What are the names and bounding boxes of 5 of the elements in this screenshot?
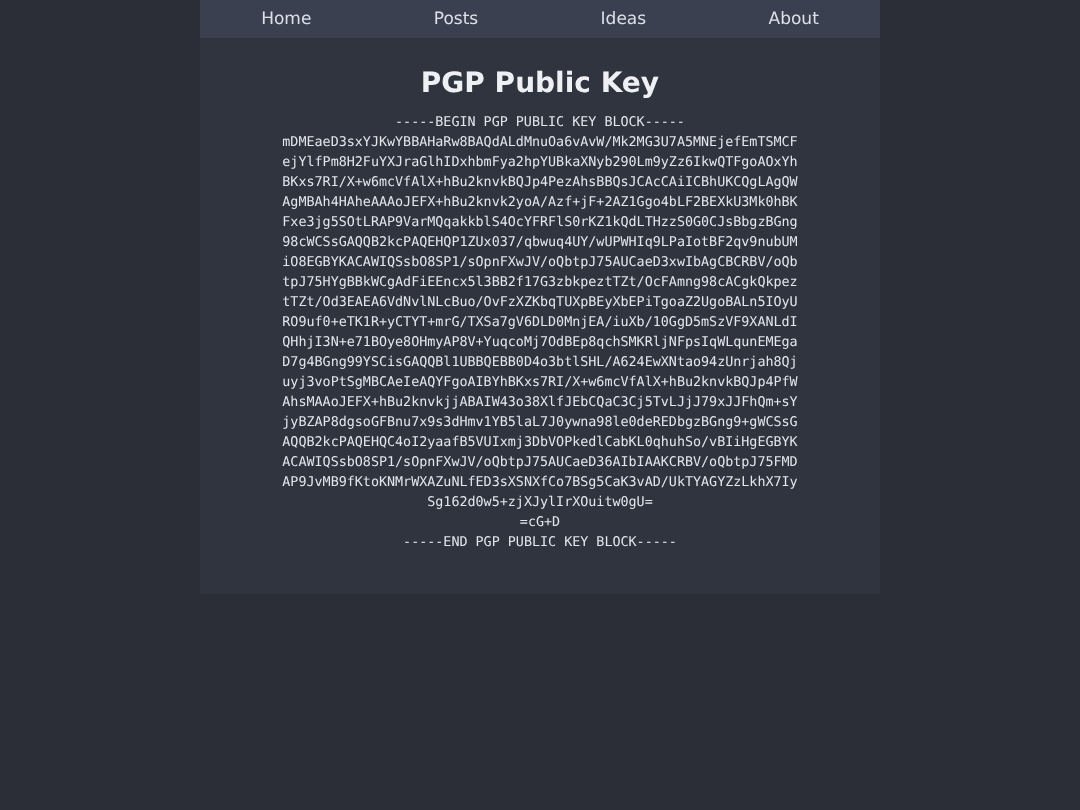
page-title: PGP Public Key — [420, 68, 660, 100]
nav-link[interactable]: About — [768, 9, 819, 29]
nav-link[interactable]: Ideas — [600, 9, 647, 29]
nav-link[interactable]: Home — [261, 9, 312, 29]
nav-link[interactable]: Posts — [433, 9, 479, 29]
